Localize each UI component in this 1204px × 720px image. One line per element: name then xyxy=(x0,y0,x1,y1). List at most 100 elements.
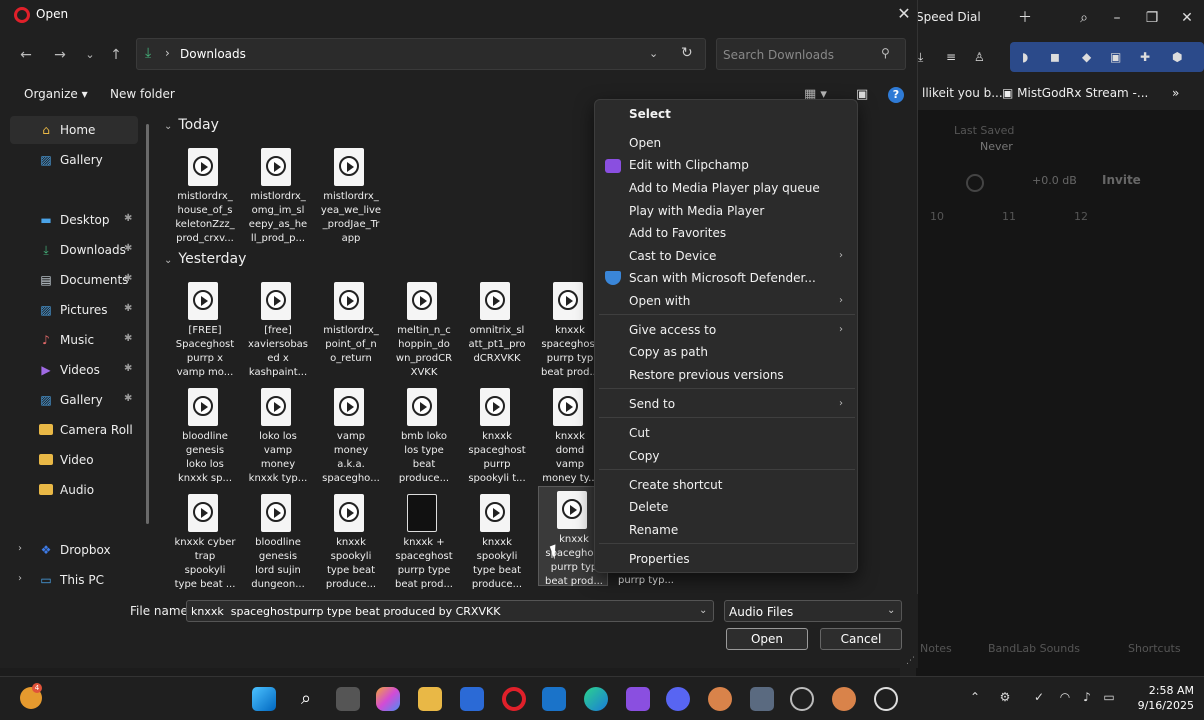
file-item[interactable]: omnitrix_sl att_pt1_pro dCRXVKK xyxy=(462,278,532,378)
task-view-icon[interactable] xyxy=(336,687,360,711)
sidebar-item-pictures[interactable]: ▨ Pictures ✱ xyxy=(10,296,138,324)
start-icon[interactable] xyxy=(252,687,276,711)
copilot-icon[interactable] xyxy=(376,687,400,711)
chevron-down-icon[interactable]: ⌄ xyxy=(164,255,172,266)
background-tab-title[interactable]: Speed Dial xyxy=(916,10,981,24)
breadcrumb-chevron-icon[interactable]: › xyxy=(165,46,170,60)
menu-item-copy-path[interactable]: Copy as path xyxy=(629,345,708,359)
open-button[interactable]: Open xyxy=(726,628,808,650)
new-tab-icon[interactable]: ＋ xyxy=(1016,9,1034,27)
chevron-down-icon[interactable]: ⌄ xyxy=(164,121,172,132)
cancel-button[interactable]: Cancel xyxy=(820,628,902,650)
download-icon[interactable]: ⤓ xyxy=(918,50,923,65)
back-icon[interactable]: ← xyxy=(16,45,36,65)
sidebar-scrollbar[interactable] xyxy=(146,124,149,524)
sidebar-item-gallery-2[interactable]: ▨ Gallery ✱ xyxy=(10,386,138,414)
expand-chevron-icon[interactable]: › xyxy=(18,573,22,584)
extension-icon[interactable]: ◼ xyxy=(1050,50,1060,64)
sidebar-item-this-pc[interactable]: › ▭ This PC xyxy=(10,566,138,594)
expand-chevron-icon[interactable]: › xyxy=(18,543,22,554)
twitch-icon[interactable]: ▣ xyxy=(1110,50,1121,64)
menu-item-give-access[interactable]: Give access to xyxy=(629,323,716,337)
shortcuts-label[interactable]: Shortcuts xyxy=(1128,642,1181,655)
app-icon[interactable] xyxy=(832,687,856,711)
pin-icon[interactable]: ✱ xyxy=(124,393,132,404)
sidebar-item-documents[interactable]: ▤ Documents ✱ xyxy=(10,266,138,294)
sidebar-item-home[interactable]: ⌂ Home xyxy=(10,116,138,144)
bookmark-item[interactable]: llikeit you b... xyxy=(922,86,1003,100)
sidebar-item-music[interactable]: ♪ Music ✱ xyxy=(10,326,138,354)
close-icon[interactable]: ✕ xyxy=(1178,9,1196,27)
sidebar-item-desktop[interactable]: ▬ Desktop ✱ xyxy=(10,206,138,234)
file-item[interactable]: mistlordrx_ omg_im_sl eepy_as_he ll_prod… xyxy=(243,144,313,244)
extension-icon[interactable]: ⬢ xyxy=(1172,50,1182,64)
file-type-select[interactable]: Audio Files ⌄ xyxy=(724,600,902,622)
file-item[interactable]: knxxk spookyli type beat produce... xyxy=(462,490,532,590)
media-player-icon[interactable] xyxy=(874,687,898,711)
file-item[interactable]: meltin_n_c hoppin_do wn_prodCR XVKK xyxy=(389,278,459,378)
tray-app-icon[interactable]: ✓ xyxy=(1030,690,1048,704)
menu-item-add-queue[interactable]: Add to Media Player play queue xyxy=(629,181,820,195)
recent-locations-icon[interactable]: ⌄ xyxy=(80,45,100,65)
address-bar[interactable]: ⤓ › Downloads ⌄ ↻ xyxy=(136,38,706,70)
menu-item-delete[interactable]: Delete xyxy=(629,500,668,514)
pin-icon[interactable]: ✱ xyxy=(124,213,132,224)
refresh-icon[interactable]: ↻ xyxy=(681,45,693,61)
pin-icon[interactable]: ✱ xyxy=(124,243,132,254)
menu-icon[interactable]: ≡ xyxy=(946,50,956,64)
breadcrumb[interactable]: Downloads xyxy=(180,47,246,61)
menu-item-rename[interactable]: Rename xyxy=(629,523,678,537)
file-name-combobox[interactable]: ⌄ xyxy=(186,600,714,622)
pin-icon[interactable]: ✱ xyxy=(124,363,132,374)
menu-item-copy[interactable]: Copy xyxy=(629,449,659,463)
opera-icon[interactable] xyxy=(502,687,526,711)
sidebar-item-gallery[interactable]: ▨ Gallery xyxy=(10,146,138,174)
chevron-down-icon[interactable]: ⌄ xyxy=(649,47,658,60)
bookmarks-more-icon[interactable]: » xyxy=(1172,86,1179,100)
file-item[interactable]: knxxk spookyli type beat produce... xyxy=(316,490,386,590)
extension-icon[interactable]: ◆ xyxy=(1082,50,1091,64)
file-item[interactable]: bmb loko los type beat produce... xyxy=(389,384,459,484)
pin-icon[interactable]: ✱ xyxy=(124,333,132,344)
extension-icon[interactable]: ◗ xyxy=(1022,50,1028,64)
search-input[interactable] xyxy=(723,46,873,64)
clock[interactable]: 2:58 AM 9/16/2025 xyxy=(1130,683,1194,713)
file-item[interactable]: knxxk + spaceghost purrp type beat prod.… xyxy=(389,490,459,590)
search-icon[interactable]: ⚲ xyxy=(881,46,890,60)
context-menu-header[interactable]: Select xyxy=(629,107,671,121)
menu-item-add-favorites[interactable]: Add to Favorites xyxy=(629,226,726,240)
search-box[interactable]: ⚲ xyxy=(716,38,906,70)
group-header-today[interactable]: ⌄ Today xyxy=(164,117,219,133)
dialog-close-icon[interactable]: ✕ xyxy=(894,4,914,24)
clipchamp-icon[interactable] xyxy=(626,687,650,711)
search-icon[interactable]: ⌕ xyxy=(294,687,318,711)
app-icon[interactable] xyxy=(790,687,814,711)
file-item[interactable]: bloodline genesis lord sujin dungeon... xyxy=(243,490,313,590)
organize-button[interactable]: Organize ▾ xyxy=(24,87,88,101)
file-item[interactable]: [free] xaviersobas ed x kashpaint... xyxy=(243,278,313,378)
file-item[interactable]: mistlordrx_ house_of_s keletonZzz_ prod_… xyxy=(170,144,240,244)
file-item[interactable]: vamp money a.k.a. spaceghо... xyxy=(316,384,386,484)
tray-app-icon[interactable]: ⚙ xyxy=(996,690,1014,704)
file-explorer-icon[interactable] xyxy=(418,687,442,711)
group-header-yesterday[interactable]: ⌄ Yesterday xyxy=(164,251,246,267)
help-icon[interactable]: ? xyxy=(888,87,904,103)
menu-item-restore-versions[interactable]: Restore previous versions xyxy=(629,368,784,382)
menu-item-play-media-player[interactable]: Play with Media Player xyxy=(629,204,764,218)
maximize-icon[interactable]: ❐ xyxy=(1143,9,1161,27)
preview-pane-icon[interactable]: ▣ xyxy=(856,87,868,102)
chevron-down-icon[interactable]: ⌄ xyxy=(887,605,895,616)
menu-item-cast-device[interactable]: Cast to Device xyxy=(629,249,716,263)
file-item[interactable]: bloodline genesis loko los knxxk sp... xyxy=(170,384,240,484)
outlook-icon[interactable] xyxy=(542,687,566,711)
wifi-icon[interactable]: ◠ xyxy=(1056,690,1074,704)
invite-button[interactable]: Invite xyxy=(1102,173,1141,187)
sidebar-item-video[interactable]: Video xyxy=(10,446,138,474)
menu-item-create-shortcut[interactable]: Create shortcut xyxy=(629,478,722,492)
volume-icon[interactable]: ♪ xyxy=(1078,690,1096,704)
store-icon[interactable] xyxy=(460,687,484,711)
sidebar-item-videos[interactable]: ▶ Videos ✱ xyxy=(10,356,138,384)
sidebar-item-dropbox[interactable]: › ❖ Dropbox xyxy=(10,536,138,564)
sidebar-item-audio[interactable]: Audio xyxy=(10,476,138,504)
minimize-icon[interactable]: – xyxy=(1108,9,1126,27)
